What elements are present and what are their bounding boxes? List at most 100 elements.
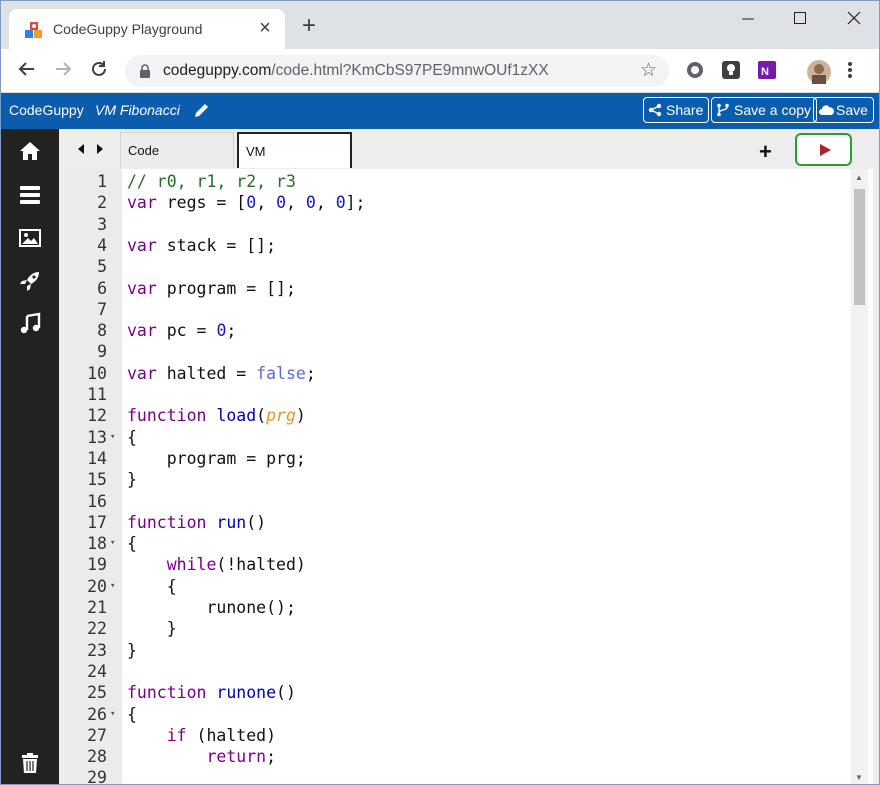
code-line[interactable]: 25 function runone() <box>65 682 855 703</box>
line-number: 29 <box>87 768 107 785</box>
extension-circle-icon[interactable] <box>685 60 707 82</box>
code-line[interactable]: 14 program = prg; <box>65 448 855 469</box>
line-number: 10 <box>87 363 107 383</box>
code-text: } <box>127 470 137 490</box>
maximize-icon[interactable] <box>777 7 823 31</box>
onenote-icon[interactable]: N <box>757 60 779 82</box>
play-icon <box>820 144 831 156</box>
edit-pencil-icon[interactable] <box>193 101 211 119</box>
fold-arrow-icon[interactable]: ▾ <box>110 427 115 448</box>
trash-icon[interactable] <box>18 751 42 775</box>
line-number: 20 <box>87 576 107 596</box>
code-line[interactable]: 5 <box>65 256 855 277</box>
code-line[interactable]: 10 var halted = false; <box>65 363 855 384</box>
scroll-down-arrow-icon[interactable]: ▼ <box>855 773 863 782</box>
code-line[interactable]: 22 } <box>65 618 855 639</box>
brand-name[interactable]: CodeGuppy <box>9 102 84 118</box>
code-text: runone(); <box>127 598 296 617</box>
code-line[interactable]: 8 var pc = 0; <box>65 320 855 341</box>
code-line[interactable]: 24 <box>65 661 855 682</box>
extension-bulb-icon[interactable] <box>721 60 743 82</box>
address-bar[interactable]: codeguppy.com/code.html?KmCbS97PE9mnwOUf… <box>125 55 669 87</box>
line-number: 27 <box>87 725 107 745</box>
image-icon[interactable] <box>18 226 42 250</box>
share-button[interactable]: Share <box>643 97 710 123</box>
fold-arrow-icon[interactable]: ▾ <box>110 576 115 597</box>
code-text: function run() <box>127 512 267 532</box>
code-line[interactable]: 9 <box>65 341 855 362</box>
tab-scroll-arrows[interactable] <box>77 143 105 158</box>
code-line[interactable]: 12 function load(prg) <box>65 405 855 426</box>
code-line[interactable]: 17 function run() <box>65 512 855 533</box>
minimize-icon[interactable] <box>725 7 771 31</box>
code-line[interactable]: 2 var regs = [0, 0, 0, 0]; <box>65 192 855 213</box>
code-line[interactable]: 13 ▾ { <box>65 427 855 448</box>
reload-icon[interactable] <box>87 59 111 83</box>
code-line[interactable]: 19 while(!halted) <box>65 554 855 575</box>
home-icon[interactable] <box>18 139 42 163</box>
save-copy-button[interactable]: Save a copy <box>711 97 818 123</box>
line-number: 15 <box>87 470 107 490</box>
code-editor[interactable]: 1 // r0, r1, r2, r3 2 var regs = [0, 0, 0, … <box>65 169 873 785</box>
code-text: { <box>127 534 137 554</box>
code-line[interactable]: 28 return; <box>65 746 855 767</box>
window-close-icon[interactable] <box>831 7 877 31</box>
fold-arrow-icon[interactable]: ▾ <box>110 533 115 554</box>
editor-scrollbar[interactable]: ▲ ▼ <box>851 169 868 784</box>
code-line[interactable]: 21 runone(); <box>65 597 855 618</box>
code-line[interactable]: 7 <box>65 299 855 320</box>
tab-code[interactable]: Code <box>120 132 234 168</box>
project-name[interactable]: VM Fibonacci <box>95 102 180 118</box>
line-number: 3 <box>97 214 107 234</box>
scroll-thumb[interactable] <box>854 189 865 305</box>
save-button[interactable]: Save <box>813 97 874 123</box>
back-icon[interactable] <box>15 59 39 83</box>
line-number: 11 <box>87 385 107 404</box>
browser-tab[interactable]: CodeGuppy Playground × <box>9 9 285 49</box>
left-sidebar <box>1 129 59 784</box>
code-line[interactable]: 23} <box>65 640 855 661</box>
line-number: 25 <box>87 683 107 703</box>
tab-close-icon[interactable]: × <box>255 18 275 38</box>
code-line[interactable]: 29 <box>65 767 855 785</box>
fold-arrow-icon[interactable]: ▾ <box>110 704 115 725</box>
codeguppy-favicon-icon <box>25 22 42 38</box>
code-line[interactable]: 1 // r0, r1, r2, r3 <box>65 171 855 192</box>
code-text: while(!halted) <box>166 555 306 575</box>
new-tab-button[interactable]: + <box>297 14 321 39</box>
scroll-up-arrow-icon[interactable]: ▲ <box>855 173 863 182</box>
line-number: 21 <box>87 598 107 617</box>
lock-icon <box>140 64 150 78</box>
line-number: 17 <box>87 512 107 532</box>
code-line[interactable]: 26 ▾ { <box>65 704 855 725</box>
tab-vm[interactable]: VM <box>237 132 352 168</box>
code-line[interactable]: 11 <box>65 384 855 405</box>
add-file-button[interactable]: + <box>759 139 772 165</box>
code-text: function runone() <box>127 683 296 703</box>
browser-window: CodeGuppy Playground × + codeguppy.com/c… <box>0 0 880 785</box>
line-number: 14 <box>87 448 107 468</box>
menu-icon[interactable] <box>18 183 42 207</box>
browser-toolbar: codeguppy.com/code.html?KmCbS97PE9mnwOUf… <box>1 49 879 93</box>
line-number: 23 <box>87 640 107 660</box>
code-line[interactable]: 4 var stack = []; <box>65 235 855 256</box>
forward-icon[interactable] <box>51 59 75 83</box>
line-number: 19 <box>87 555 107 575</box>
code-line[interactable]: 18 ▾ { <box>65 533 855 554</box>
music-icon[interactable] <box>18 312 42 336</box>
code-line[interactable]: 16 <box>65 491 855 512</box>
rocket-icon[interactable] <box>18 269 42 293</box>
profile-avatar-icon[interactable] <box>807 60 831 84</box>
browser-tabstrip: CodeGuppy Playground × + <box>1 1 879 49</box>
bookmark-star-icon[interactable]: ☆ <box>640 61 657 81</box>
share-icon <box>648 103 662 117</box>
code-line[interactable]: 20 ▾ { <box>65 576 855 597</box>
line-number: 18 <box>87 534 107 554</box>
code-line[interactable]: 27 if (halted) <box>65 725 855 746</box>
browser-menu-icon[interactable] <box>847 60 869 82</box>
code-text: return; <box>206 747 277 767</box>
run-button[interactable] <box>795 133 852 166</box>
code-line[interactable]: 3 <box>65 214 855 235</box>
code-line[interactable]: 6 var program = []; <box>65 278 855 299</box>
code-line[interactable]: 15} <box>65 469 855 490</box>
